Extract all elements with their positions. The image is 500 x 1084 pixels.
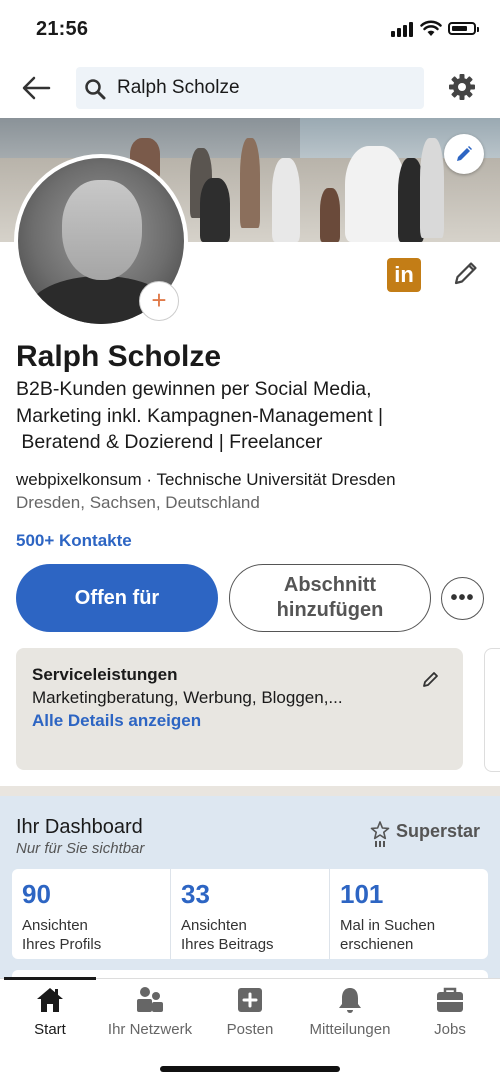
- more-options-button[interactable]: •••: [441, 577, 484, 620]
- company-education[interactable]: webpixelkonsum · Technische Universität …: [16, 470, 396, 490]
- home-indicator: [160, 1066, 340, 1072]
- stat-label-line: Ihres Profils: [22, 936, 102, 953]
- stat-label-line: erschienen: [340, 936, 414, 953]
- nav-label: Mitteilungen: [309, 1021, 391, 1038]
- section-divider: [0, 786, 500, 796]
- battery-icon: [448, 22, 479, 35]
- gear-icon[interactable]: [447, 72, 477, 107]
- nav-item-jobs[interactable]: Jobs: [400, 985, 500, 1038]
- bell-icon: [300, 985, 400, 1015]
- stat-value: 101: [340, 879, 384, 909]
- stat-label-line: Ansichten: [22, 917, 88, 934]
- open-to-button[interactable]: Offen für: [16, 564, 218, 632]
- stat-label-line: Ihres Beitrags: [181, 936, 274, 953]
- add-photo-button[interactable]: +: [139, 281, 179, 321]
- nav-item-start[interactable]: Start: [0, 985, 100, 1038]
- nav-label: Jobs: [434, 1021, 466, 1038]
- dashboard-subtitle: Nur für Sie sichtbar: [16, 840, 145, 857]
- headline-line: Beratend & Dozierend | Freelancer: [16, 431, 323, 453]
- superstar-icon: [370, 820, 390, 853]
- post-icon: [200, 985, 300, 1015]
- status-time: 21:56: [36, 18, 89, 40]
- profile-headline: B2B-Kunden gewinnen per Social Media, Ma…: [16, 376, 476, 456]
- nav-item-notifications[interactable]: Mitteilungen: [300, 985, 400, 1038]
- edit-profile-pencil-icon[interactable]: [452, 259, 480, 292]
- connections-link[interactable]: 500+ Kontakte: [16, 531, 132, 551]
- superstar-label: Superstar: [396, 821, 481, 841]
- edit-cover-button[interactable]: [444, 134, 484, 174]
- stat-label-line: Ansichten: [181, 917, 247, 934]
- headline-line: Marketing inkl. Kampagnen-Management |: [16, 404, 384, 427]
- services-description: Marketingberatung, Werbung, Bloggen,...: [32, 688, 343, 707]
- cellular-signal-icon: [391, 22, 413, 37]
- nav-label: Posten: [226, 1021, 274, 1038]
- next-card-peek[interactable]: [484, 648, 500, 772]
- nav-item-network[interactable]: Ihr Netzwerk: [100, 985, 200, 1038]
- profile-name: Ralph Scholze: [16, 340, 222, 373]
- linkedin-premium-badge[interactable]: in: [387, 258, 421, 292]
- wifi-icon: [420, 20, 442, 42]
- briefcase-icon: [400, 985, 500, 1015]
- edit-services-pencil-icon[interactable]: [421, 669, 441, 694]
- add-section-label-line: Abschnitt: [283, 574, 377, 596]
- nav-label: Ihr Netzwerk: [107, 1021, 193, 1038]
- nav-active-indicator: [4, 977, 96, 980]
- pencil-icon: [457, 146, 472, 161]
- search-query[interactable]: Ralph Scholze: [117, 77, 240, 99]
- services-title: Serviceleistungen: [32, 665, 178, 684]
- services-details-link[interactable]: Alle Details anzeigen: [32, 711, 201, 731]
- headline-line: B2B-Kunden gewinnen per Social Media,: [16, 378, 372, 400]
- home-icon: [0, 985, 100, 1015]
- stat-label-line: Mal in Suchen: [340, 917, 436, 934]
- nav-item-post[interactable]: Posten: [200, 985, 300, 1038]
- search-icon: [84, 78, 106, 105]
- stat-post-views[interactable]: 33 Ansichten Ihres Beitrags: [171, 869, 330, 959]
- back-arrow-icon[interactable]: [20, 72, 52, 104]
- add-section-label-line: hinzufügen: [276, 599, 384, 621]
- stat-value: 90: [22, 879, 51, 909]
- dashboard-stats: 90 Ansichten Ihres Profils 33 Ansichten …: [12, 869, 488, 959]
- dashboard-title: Ihr Dashboard: [16, 816, 143, 838]
- stat-search-appearances[interactable]: 101 Mal in Suchen erschienen: [330, 869, 488, 959]
- nav-label: Start: [34, 1021, 66, 1038]
- network-icon: [100, 985, 200, 1015]
- stat-profile-views[interactable]: 90 Ansichten Ihres Profils: [12, 869, 171, 959]
- stat-value: 33: [181, 879, 210, 909]
- add-section-button[interactable]: Abschnitt hinzufügen: [229, 564, 431, 632]
- profile-location: Dresden, Sachsen, Deutschland: [16, 493, 260, 512]
